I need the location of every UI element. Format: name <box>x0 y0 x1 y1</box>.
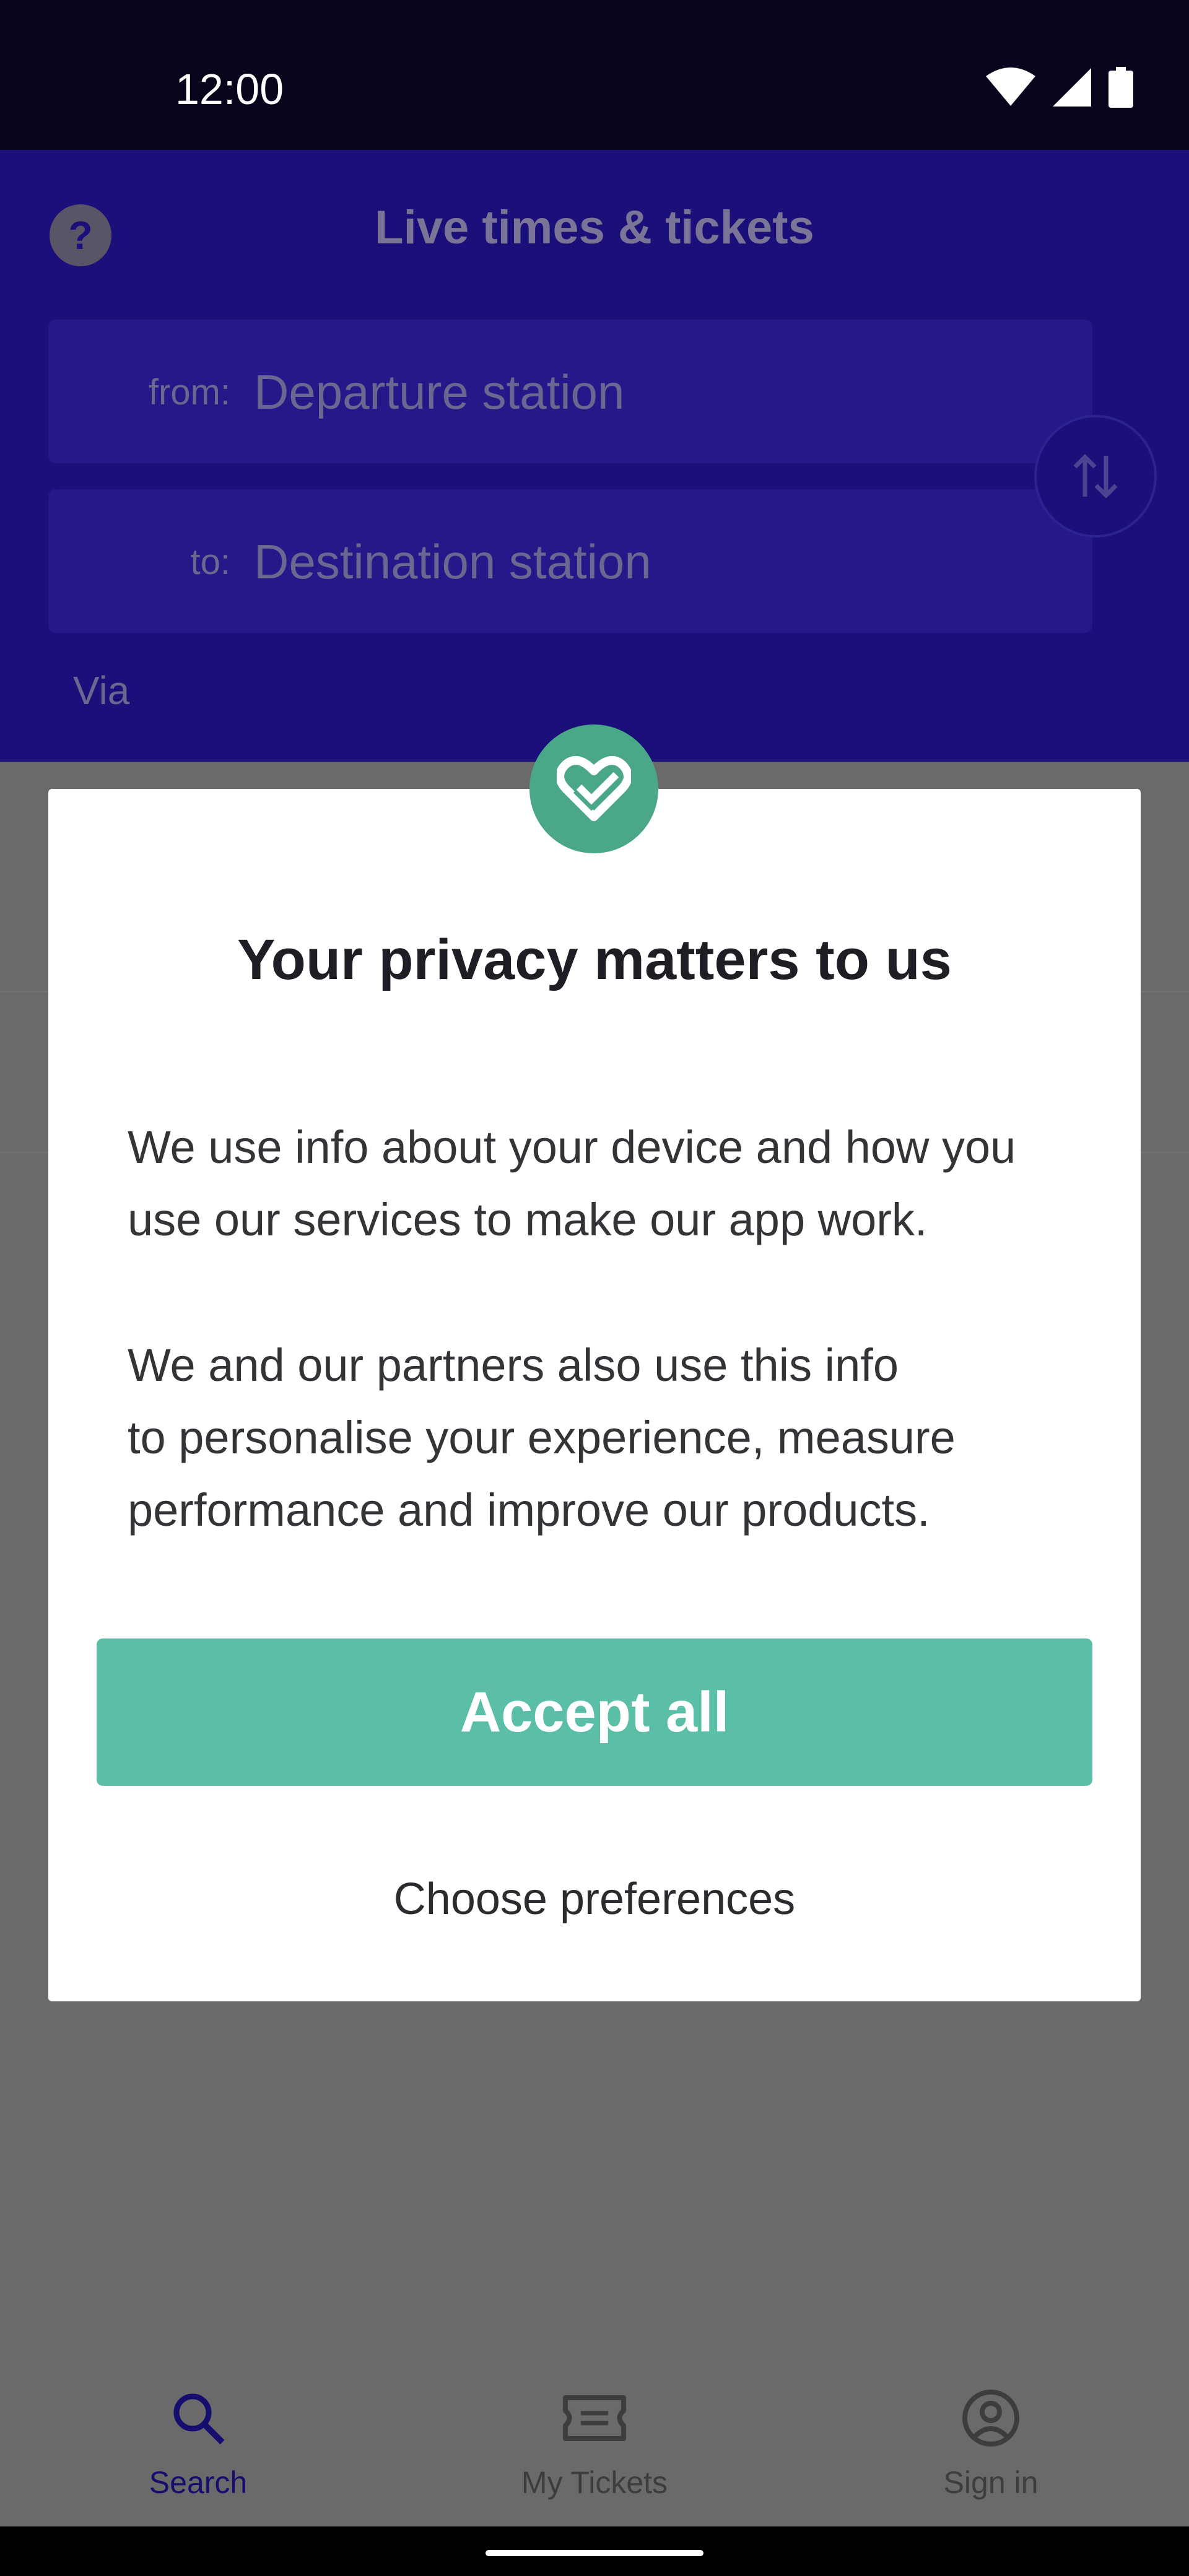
swap-icon <box>1073 454 1118 498</box>
swap-stations-button[interactable] <box>1034 415 1157 537</box>
to-label: to: <box>190 542 231 582</box>
from-placeholder: Departure station <box>254 365 625 419</box>
dialog-title: Your privacy matters to us <box>237 928 952 991</box>
text-line: performance and improve our products. <box>128 1484 930 1536</box>
battery-icon <box>1108 67 1133 108</box>
text-line: to personalise your experience, measure <box>128 1412 956 1463</box>
nav-label-search: Search <box>149 2465 248 2500</box>
accept-all-button[interactable]: Accept all <box>97 1638 1092 1786</box>
account-icon <box>962 2390 1019 2447</box>
status-icons <box>986 67 1133 108</box>
text-line: We use info about your device and how yo… <box>128 1121 1016 1173</box>
via-link[interactable]: Via <box>73 668 129 713</box>
choose-preferences-button[interactable]: Choose preferences <box>48 1874 1141 1925</box>
from-label: from: <box>148 372 230 412</box>
search-icon <box>173 2393 225 2445</box>
ticket-icon <box>563 2395 626 2441</box>
page-title: Live times & tickets <box>375 201 814 254</box>
text-line: We and our partners also use this info <box>128 1339 899 1391</box>
heart-check-icon <box>557 755 631 821</box>
home-gesture-handle[interactable] <box>486 2550 703 2556</box>
nav-item-search[interactable]: Search <box>0 2341 396 2526</box>
privacy-badge <box>529 724 658 853</box>
bottom-nav: Search My Tickets Sign in <box>0 2341 1189 2526</box>
status-bar: 12:00 <box>0 0 1189 150</box>
to-station-field[interactable]: to: Destination station <box>48 489 1092 633</box>
to-placeholder: Destination station <box>254 534 651 589</box>
signal-icon <box>1053 68 1091 107</box>
nav-item-sign-in[interactable]: Sign in <box>793 2341 1189 2526</box>
dialog-paragraph-2: We and our partners also use this info t… <box>128 1329 1069 1546</box>
nav-item-my-tickets[interactable]: My Tickets <box>396 2341 793 2526</box>
from-station-field[interactable]: from: Departure station <box>48 320 1092 463</box>
nav-label-my-tickets: My Tickets <box>521 2465 668 2500</box>
nav-label-sign-in: Sign in <box>943 2465 1039 2500</box>
wifi-icon <box>986 67 1035 106</box>
text-line: use our services to make our app work. <box>128 1194 928 1245</box>
dialog-paragraph-1: We use info about your device and how yo… <box>128 1111 1069 1256</box>
status-time: 12:00 <box>175 65 284 113</box>
